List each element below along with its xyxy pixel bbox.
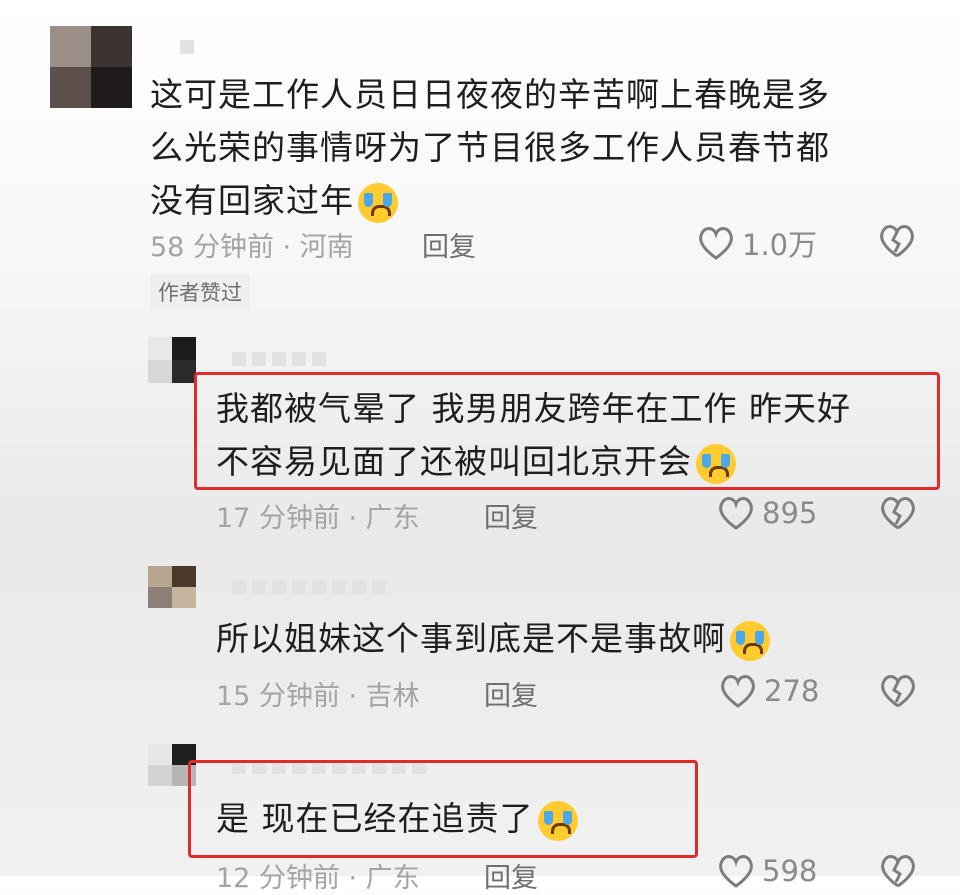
comment-text: 是 现在已经在追责了: [216, 792, 686, 845]
comment-line: 所以姐妹这个事到底是不是事故啊: [216, 612, 926, 665]
crying-face-emoji: [358, 182, 398, 223]
comment-line: 我都被气晕了 我男朋友跨年在工作 昨天好: [216, 389, 851, 428]
crying-face-emoji: [537, 800, 578, 841]
username[interactable]: [232, 580, 386, 598]
like-count: 598: [762, 854, 818, 888]
heart-outline-icon: [719, 855, 753, 888]
comment-line: 是 现在已经在追责了: [216, 792, 686, 845]
broken-heart-icon: [881, 855, 915, 888]
username[interactable]: [232, 352, 326, 370]
like-button[interactable]: 278: [718, 672, 819, 710]
broken-heart-icon: [881, 497, 915, 530]
comment-line: 不容易见面了还被叫回北京开会: [216, 435, 926, 488]
comment-line: 没有回家过年: [150, 174, 910, 227]
avatar[interactable]: [50, 26, 132, 108]
broken-heart-icon: [880, 225, 914, 258]
dislike-button[interactable]: [878, 494, 918, 532]
dislike-button[interactable]: [877, 222, 917, 260]
like-count: 895: [762, 496, 818, 530]
like-count: 1.0万: [742, 228, 818, 262]
heart-outline-icon: [721, 675, 755, 708]
comment-time-location: 58 分钟前 · 河南: [150, 232, 354, 263]
like-button[interactable]: 1.0万: [696, 222, 817, 264]
comment-time-location: 15 分钟前 · 吉林: [216, 681, 420, 712]
comment-text: 这可是工作人员日日夜夜的辛苦啊上春晚是多 么光荣的事情呀为了节目很多工作人员春节…: [150, 68, 910, 227]
heart-outline-icon: [699, 227, 733, 260]
reply-button[interactable]: 回复: [484, 674, 538, 713]
comment-text: 所以姐妹这个事到底是不是事故啊: [216, 612, 926, 665]
crying-face-emoji: [730, 620, 770, 661]
avatar[interactable]: [148, 337, 196, 383]
comment-text: 我都被气晕了 我男朋友跨年在工作 昨天好 不容易见面了还被叫回北京开会: [216, 382, 926, 488]
heart-outline-icon: [719, 497, 753, 530]
like-count: 278: [764, 674, 820, 708]
broken-heart-icon: [881, 675, 915, 708]
crying-face-emoji: [696, 443, 736, 484]
dislike-button[interactable]: [878, 852, 918, 890]
author-liked-badge: 作者赞过: [150, 273, 250, 311]
like-button[interactable]: 895: [716, 494, 817, 532]
dislike-button[interactable]: [878, 672, 918, 710]
reply-button[interactable]: 回复: [422, 225, 476, 264]
comment-line: 这可是工作人员日日夜夜的辛苦啊上春晚是多: [150, 75, 830, 114]
comment-time-location: 17 分钟前 · 广东: [216, 503, 420, 534]
avatar[interactable]: [148, 566, 196, 608]
comment-line: 么光荣的事情呀为了节目很多工作人员春节都: [150, 128, 830, 167]
username[interactable]: [180, 40, 194, 58]
like-button[interactable]: 598: [716, 852, 817, 890]
reply-button[interactable]: 回复: [484, 496, 538, 535]
